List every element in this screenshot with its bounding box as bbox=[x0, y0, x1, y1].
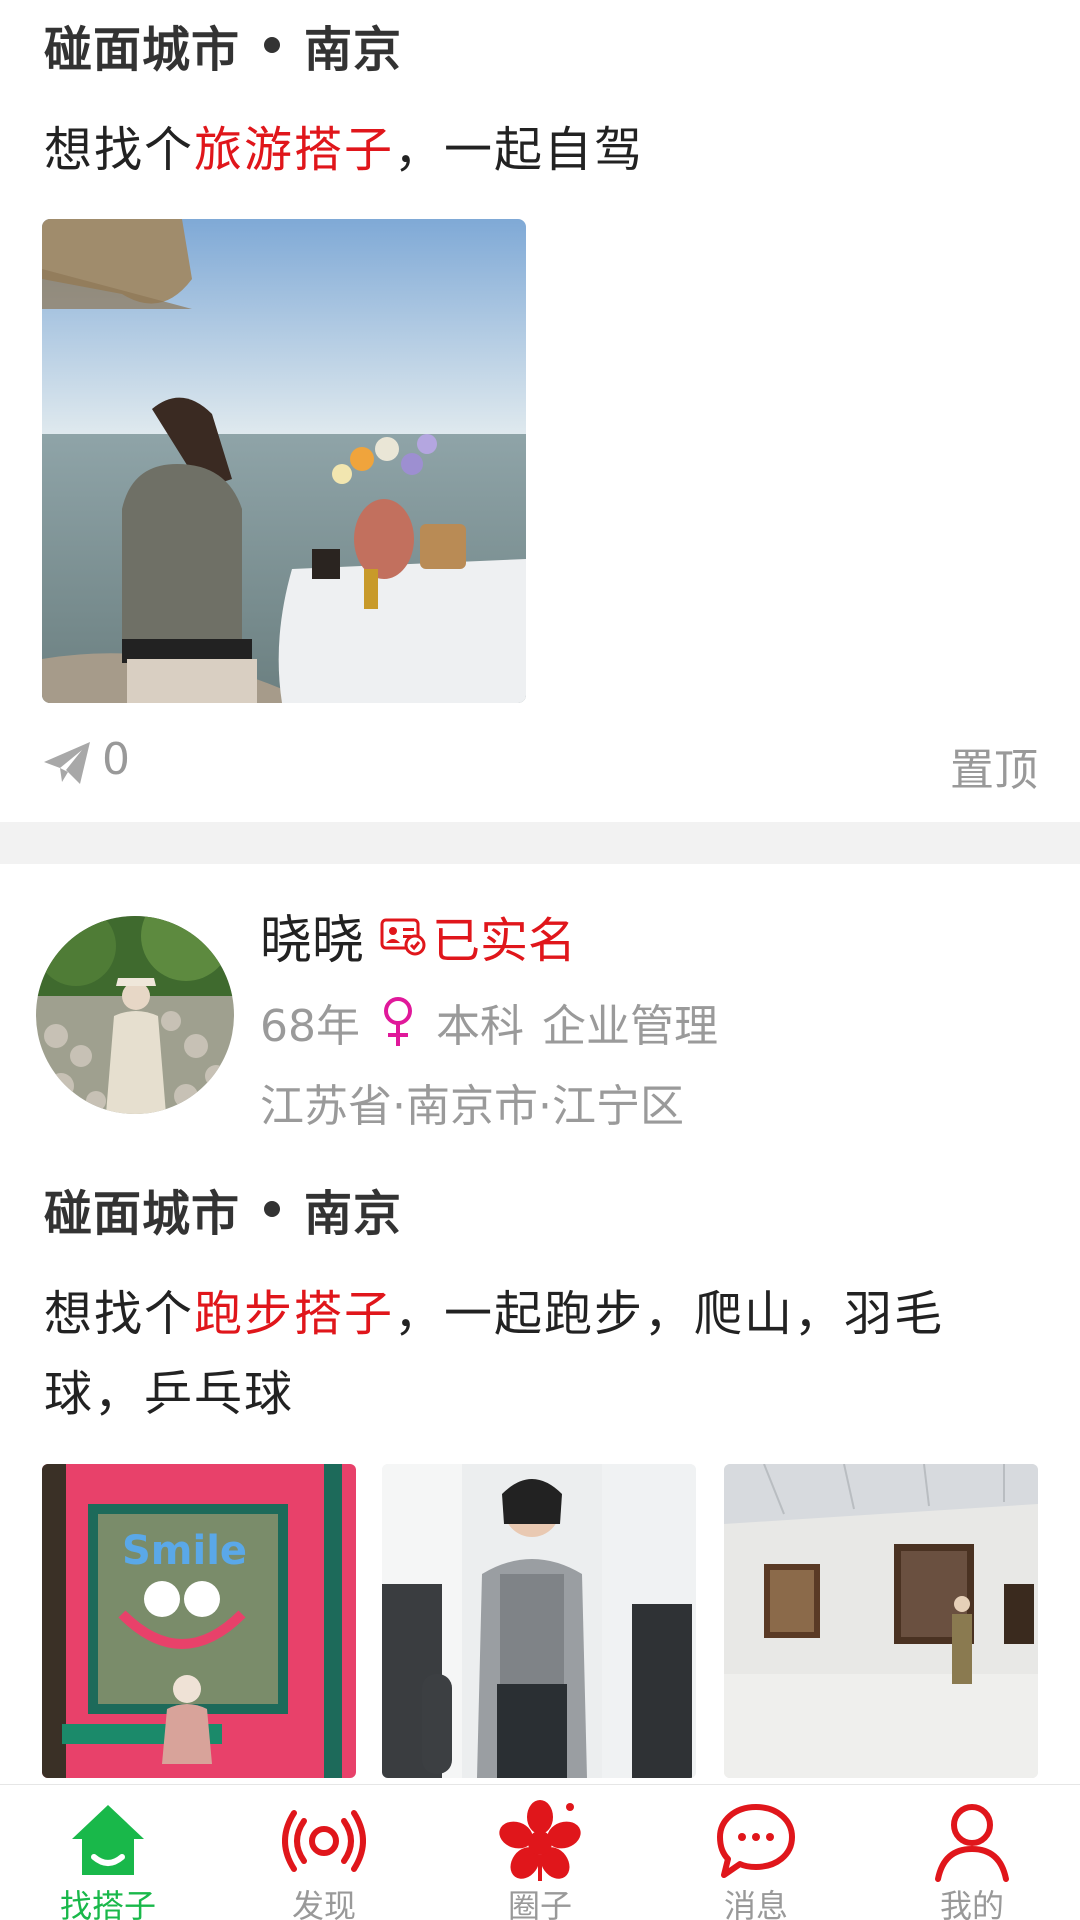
post-actions: 0 置顶 bbox=[42, 730, 1038, 796]
user-name-row: 晓晓 已实名 bbox=[260, 898, 576, 973]
post-photo[interactable] bbox=[42, 219, 526, 703]
want-prefix: 想找个 bbox=[44, 122, 195, 178]
want-suffix-line2: 球，乒乓球 bbox=[44, 1366, 295, 1422]
flower-icon bbox=[499, 1800, 581, 1881]
want-highlight[interactable]: 跑步搭子 bbox=[194, 1286, 394, 1342]
user-info-row: 68年 本科 企业管理 bbox=[260, 990, 718, 1054]
meet-city-name: 南京 bbox=[304, 1186, 403, 1242]
pin-button[interactable]: 置顶 bbox=[950, 734, 1038, 798]
female-icon bbox=[384, 997, 412, 1046]
home-icon bbox=[72, 1805, 144, 1875]
post-photo[interactable] bbox=[724, 1464, 1038, 1778]
share-count: 0 bbox=[102, 734, 130, 785]
meet-city-prefix: 碰面城市 bbox=[44, 22, 241, 78]
bullet-dot bbox=[264, 1201, 281, 1217]
app-screen: 碰面城市 南京 想找个旅游搭子，一起自驾 0 置顶 晓晓 已实名 68年 本科 … bbox=[0, 0, 1080, 1920]
card-divider bbox=[0, 822, 1080, 864]
chat-bubble-icon bbox=[717, 1804, 795, 1878]
nav-label: 我的 bbox=[939, 1887, 1004, 1920]
post-text: 想找个跑步搭子，一起跑步，爬山，羽毛 球，乒乓球 bbox=[44, 1274, 944, 1434]
avatar[interactable] bbox=[36, 916, 234, 1114]
post-text: 想找个旅游搭子，一起自驾 bbox=[44, 110, 644, 190]
verified-label: 已实名 bbox=[432, 912, 577, 969]
bullet-dot bbox=[264, 37, 281, 53]
broadcast-icon bbox=[282, 1810, 366, 1872]
photo-text: Smile bbox=[122, 1528, 247, 1574]
meet-city-name: 南京 bbox=[304, 22, 403, 78]
want-suffix: ，一起自驾 bbox=[394, 122, 645, 178]
want-suffix-line1: ，一起跑步，爬山，羽毛 bbox=[394, 1286, 945, 1342]
id-card-check-icon bbox=[380, 918, 426, 955]
user-name[interactable]: 晓晓 bbox=[260, 898, 364, 973]
want-prefix: 想找个 bbox=[44, 1286, 195, 1342]
nav-tab-discover[interactable]: 发现 bbox=[216, 1785, 432, 1920]
nav-label: 圈子 bbox=[507, 1887, 572, 1920]
nav-tab-circles[interactable]: 圈子 bbox=[432, 1785, 648, 1920]
meet-city-line: 碰面城市 南京 bbox=[44, 1174, 402, 1244]
nav-label: 消息 bbox=[723, 1887, 788, 1920]
nav-tab-mine[interactable]: 我的 bbox=[864, 1785, 1080, 1920]
want-highlight[interactable]: 旅游搭子 bbox=[194, 122, 394, 178]
meet-city-line: 碰面城市 南京 bbox=[44, 10, 402, 80]
birth-year: 68年 bbox=[260, 1001, 360, 1052]
nav-label: 找搭子 bbox=[59, 1887, 156, 1920]
person-icon bbox=[935, 1804, 1009, 1882]
education: 本科 bbox=[436, 1001, 524, 1052]
post-photo[interactable]: Smile bbox=[42, 1464, 356, 1778]
nav-tab-messages[interactable]: 消息 bbox=[648, 1785, 864, 1920]
nav-tab-find-partner[interactable]: 找搭子 bbox=[0, 1785, 216, 1920]
photo-grid: Smile bbox=[42, 1464, 1038, 1778]
occupation: 企业管理 bbox=[542, 1001, 718, 1052]
bottom-nav: 找搭子 发现 圈子 消息 我的 bbox=[0, 1784, 1080, 1920]
user-location: 江苏省·南京市·江宁区 bbox=[260, 1081, 684, 1132]
meet-city-prefix: 碰面城市 bbox=[44, 1186, 241, 1242]
post-photo[interactable] bbox=[382, 1464, 696, 1778]
nav-label: 发现 bbox=[291, 1887, 356, 1920]
paper-plane-icon[interactable] bbox=[42, 740, 92, 786]
verified-badge: 已实名 bbox=[380, 901, 576, 971]
post-card-1[interactable]: 碰面城市 南京 想找个旅游搭子，一起自驾 0 置顶 bbox=[0, 0, 1080, 822]
